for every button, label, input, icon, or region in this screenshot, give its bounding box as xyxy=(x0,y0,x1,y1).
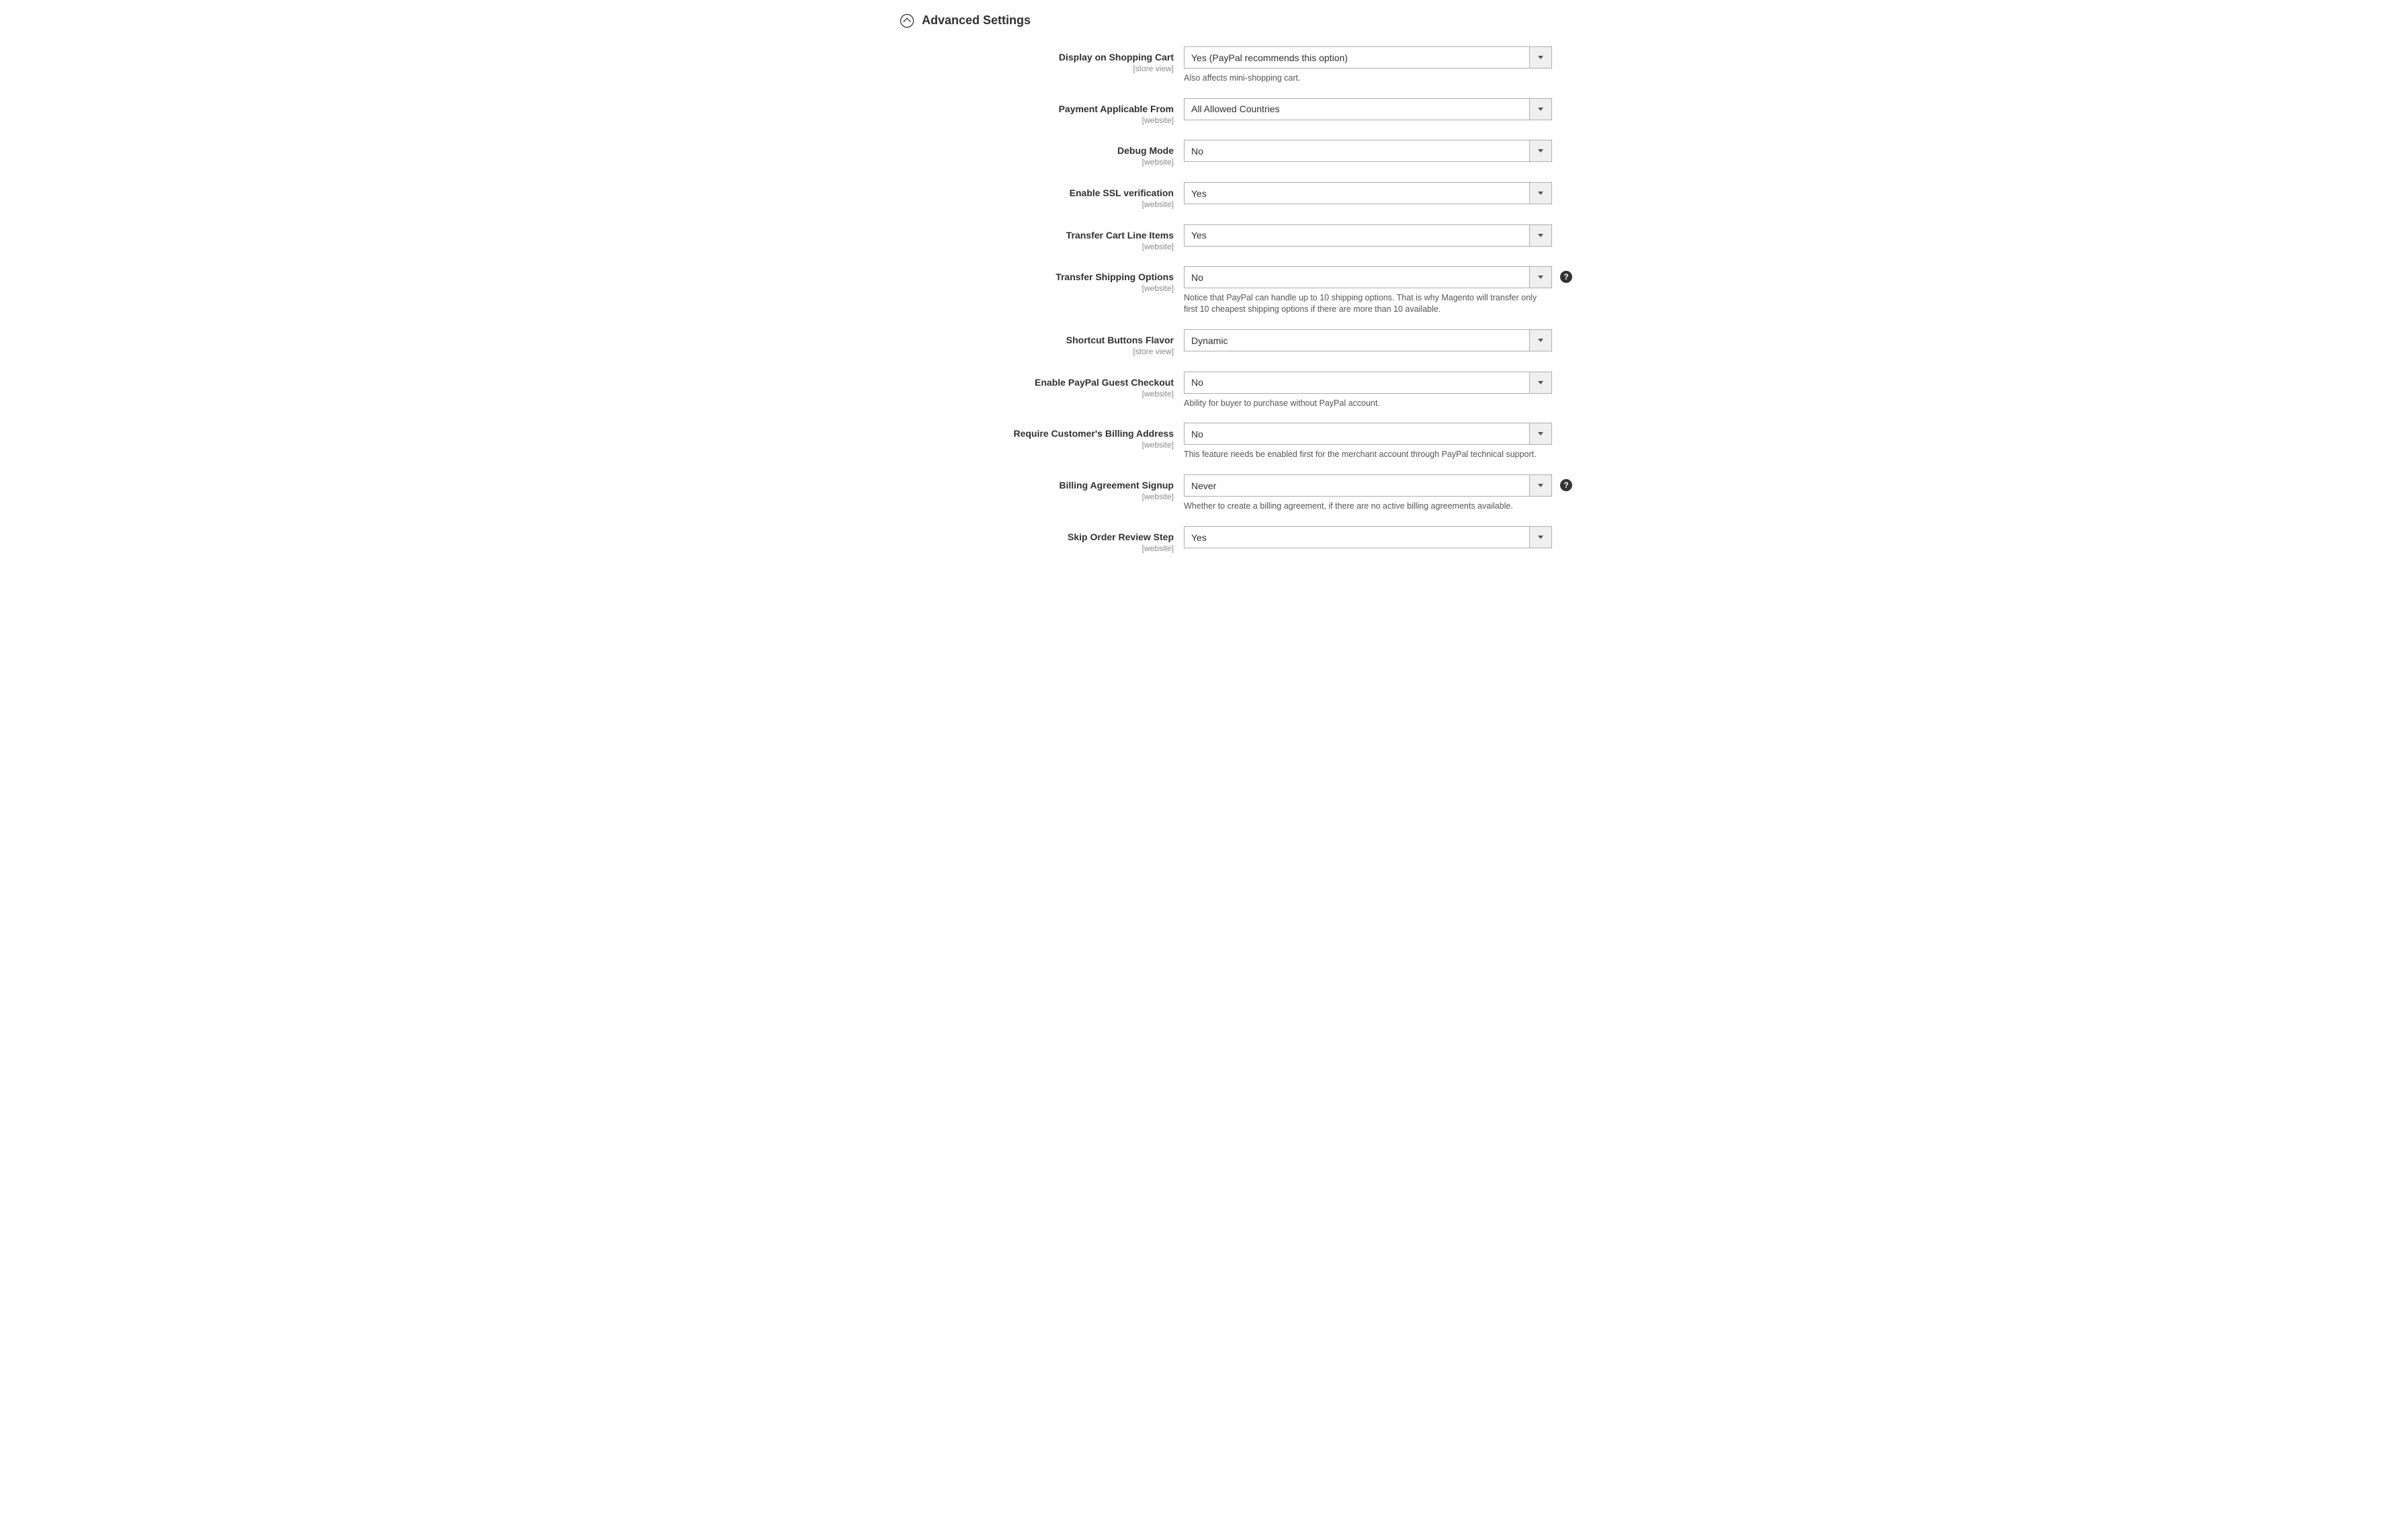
ssl-verify-select[interactable] xyxy=(1184,182,1552,204)
section-title: Advanced Settings xyxy=(922,13,1031,28)
guest-checkout-select[interactable] xyxy=(1184,372,1552,394)
section-header[interactable]: Advanced Settings xyxy=(801,13,1607,46)
scope-label: [website] xyxy=(801,284,1174,294)
collapse-icon xyxy=(900,14,914,28)
transfer-shipping-label: Transfer Shipping Options xyxy=(1056,271,1174,282)
scope-label: [website] xyxy=(801,157,1174,168)
display-cart-label: Display on Shopping Cart xyxy=(1059,52,1174,62)
transfer-shipping-select[interactable] xyxy=(1184,266,1552,288)
billing-address-label: Require Customer's Billing Address xyxy=(1013,428,1174,439)
payment-applicable-select[interactable] xyxy=(1184,98,1552,120)
billing-agreement-label: Billing Agreement Signup xyxy=(1059,480,1174,491)
scope-label: [website] xyxy=(801,492,1174,503)
scope-label: [website] xyxy=(801,440,1174,451)
transfer-shipping-help: Notice that PayPal can handle up to 10 s… xyxy=(1184,292,1552,315)
payment-applicable-label: Payment Applicable From xyxy=(1059,103,1174,114)
display-cart-help: Also affects mini-shopping cart. xyxy=(1184,73,1552,84)
scope-label: [store view] xyxy=(801,64,1174,75)
ssl-verify-label: Enable SSL verification xyxy=(1070,187,1174,198)
billing-address-select[interactable] xyxy=(1184,423,1552,445)
scope-label: [store view] xyxy=(801,347,1174,357)
help-icon[interactable]: ? xyxy=(1560,271,1572,283)
debug-mode-select[interactable] xyxy=(1184,140,1552,162)
scope-label: [website] xyxy=(801,116,1174,126)
display-cart-select[interactable] xyxy=(1184,46,1552,69)
scope-label: [website] xyxy=(801,389,1174,400)
guest-checkout-label: Enable PayPal Guest Checkout xyxy=(1035,377,1174,388)
shortcut-flavor-select[interactable] xyxy=(1184,329,1552,351)
billing-agreement-select[interactable] xyxy=(1184,474,1552,497)
scope-label: [website] xyxy=(801,200,1174,210)
guest-checkout-help: Ability for buyer to purchase without Pa… xyxy=(1184,398,1552,409)
scope-label: [website] xyxy=(801,544,1174,554)
transfer-line-items-label: Transfer Cart Line Items xyxy=(1066,230,1174,241)
help-icon[interactable]: ? xyxy=(1560,479,1572,491)
skip-review-select[interactable] xyxy=(1184,526,1552,548)
scope-label: [website] xyxy=(801,242,1174,253)
billing-agreement-help: Whether to create a billing agreement, i… xyxy=(1184,501,1552,512)
debug-mode-label: Debug Mode xyxy=(1117,145,1174,156)
transfer-line-items-select[interactable] xyxy=(1184,224,1552,247)
shortcut-flavor-label: Shortcut Buttons Flavor xyxy=(1066,335,1174,345)
billing-address-help: This feature needs be enabled first for … xyxy=(1184,449,1552,460)
skip-review-label: Skip Order Review Step xyxy=(1068,532,1174,542)
